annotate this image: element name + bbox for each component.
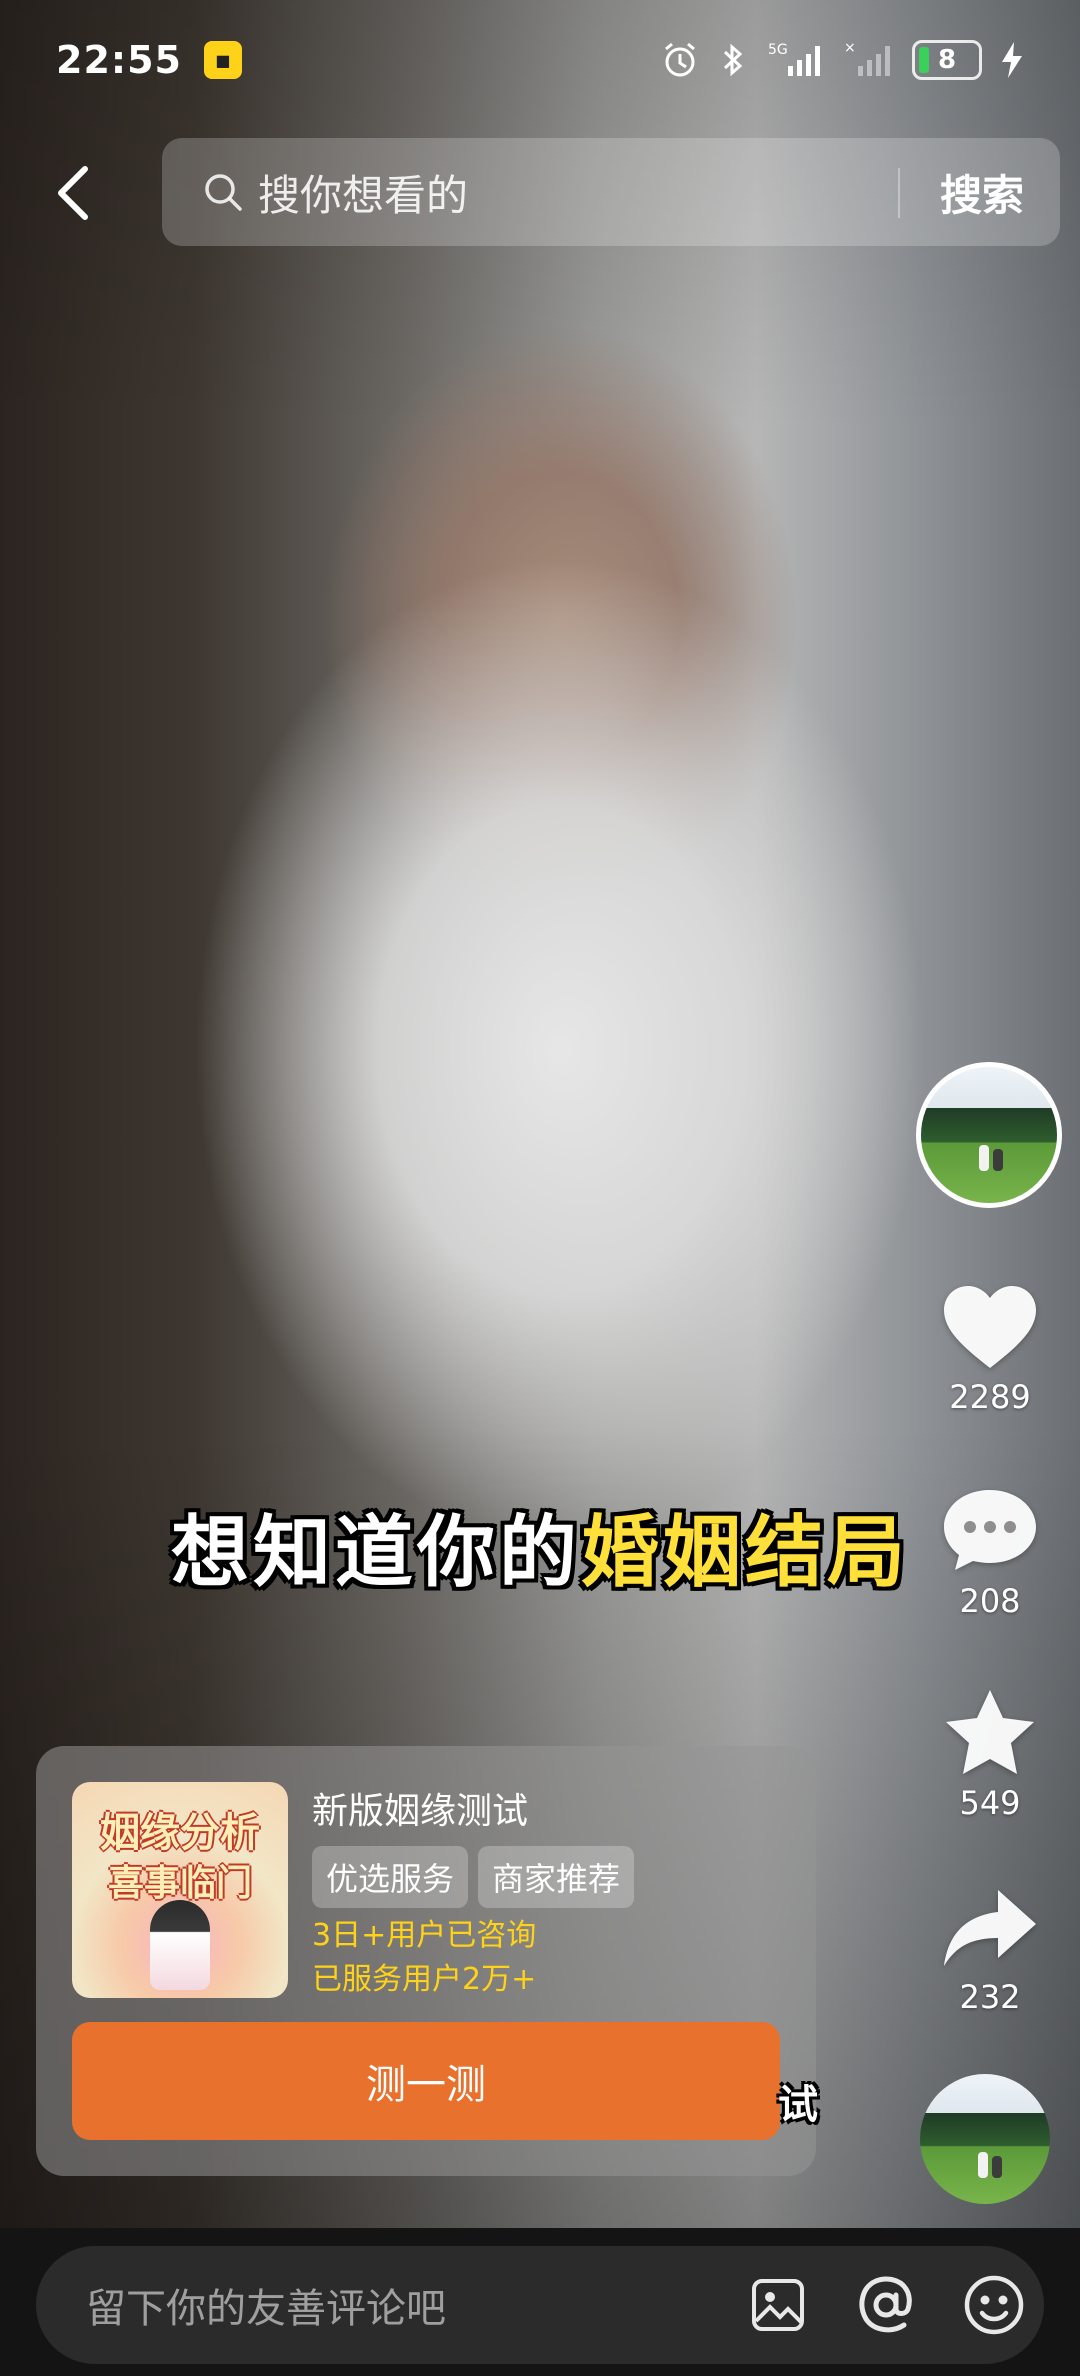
tag-merchant-recommend: 商家推荐	[478, 1846, 635, 1908]
product-card[interactable]: 姻缘分析 喜事临门 新版姻缘测试 优选服务 商家推荐 3日+用户已咨询 已服务用…	[36, 1746, 816, 2176]
image-button[interactable]	[746, 2273, 810, 2337]
battery-icon: 8	[912, 40, 982, 80]
thumbnail-subtitle: 喜事临门	[107, 1863, 252, 1904]
status-icons: 5G × 8	[660, 40, 1024, 80]
search-input[interactable]: 搜你想看的	[258, 162, 468, 223]
search-icon	[205, 174, 242, 211]
heart-icon	[944, 1286, 1036, 1368]
music-disc[interactable]	[920, 2074, 1050, 2204]
stats-line: 已服务用户2万+	[312, 1962, 537, 1997]
back-button[interactable]	[40, 158, 110, 228]
back-arrow-icon	[58, 166, 88, 220]
emoji-button[interactable]	[962, 2273, 1026, 2337]
alarm-icon	[665, 42, 695, 77]
comment-placeholder[interactable]: 留下你的友善评论吧	[86, 2246, 446, 2364]
disc-figure	[978, 2152, 988, 2178]
signal-5g-icon: 5G	[768, 42, 820, 76]
svg-text:×: ×	[844, 40, 856, 56]
video-screen: 22:55 ■ 5G × 8 搜你想看的 搜索 想知道你的婚姻结局 2289 2…	[0, 0, 1080, 2376]
battery-fill	[919, 47, 929, 73]
top-bar: 搜你想看的 搜索	[0, 138, 1080, 248]
search-button[interactable]: 搜索	[940, 138, 1024, 246]
share-action[interactable]: 232	[930, 1884, 1050, 2016]
search-divider	[898, 168, 900, 218]
comment-input[interactable]: 留下你的友善评论吧	[36, 2246, 1044, 2364]
favorite-count: 549	[959, 1784, 1021, 1822]
stats-line: 3日+用户已咨询	[312, 1918, 537, 1953]
battery-level: 8	[937, 45, 957, 75]
signal-empty-icon: ×	[844, 40, 890, 76]
bluetooth-icon	[723, 43, 743, 77]
app-badge-icon: ■	[203, 41, 242, 79]
comment-bubble-icon	[944, 1490, 1036, 1570]
product-thumbnail[interactable]: 姻缘分析 喜事临门	[72, 1782, 288, 1998]
like-action[interactable]: 2289	[930, 1282, 1050, 1416]
favorite-action[interactable]: 549	[930, 1686, 1050, 1822]
caption-prefix: 想知道你的	[170, 1508, 581, 1598]
comment-action[interactable]: 208	[930, 1484, 1050, 1620]
couple-illustration	[150, 1900, 210, 1990]
like-count: 2289	[949, 1378, 1031, 1416]
avatar-figure	[993, 1149, 1003, 1171]
scrolling-stats: 3日+用户已咨询 已服务用户2万+	[312, 1914, 782, 2000]
share-count: 232	[959, 1978, 1021, 2016]
comment-tools	[746, 2246, 1044, 2364]
creator-avatar[interactable]	[916, 1062, 1062, 1208]
share-arrow-icon	[944, 1890, 1036, 1966]
star-icon	[946, 1690, 1034, 1774]
status-bar: 22:55 ■ 5G × 8	[56, 30, 1024, 90]
test-now-button[interactable]: 测一测	[72, 2022, 780, 2140]
tag-preferred-service: 优选服务	[312, 1846, 469, 1908]
product-tags: 优选服务 商家推荐	[312, 1846, 635, 1908]
image-icon	[752, 2279, 804, 2331]
search-box[interactable]: 搜你想看的 搜索	[162, 138, 1060, 246]
video-caption: 想知道你的婚姻结局	[0, 1490, 1080, 1602]
status-time: 22:55	[56, 38, 182, 82]
partial-caption: 试	[778, 2082, 818, 2128]
svg-text:5G: 5G	[768, 42, 788, 58]
disc-figure	[992, 2156, 1002, 2178]
avatar-figure	[979, 1145, 989, 1171]
comment-bar: 留下你的友善评论吧	[0, 2228, 1080, 2376]
at-icon	[859, 2276, 912, 2333]
caption-highlight: 婚姻结局	[581, 1508, 910, 1598]
comment-count: 208	[959, 1582, 1021, 1620]
mention-button[interactable]	[854, 2273, 918, 2337]
charging-icon	[1002, 42, 1022, 78]
thumbnail-title: 姻缘分析	[100, 1810, 260, 1856]
emoji-icon	[964, 2275, 1024, 2335]
product-title: 新版姻缘测试	[312, 1791, 529, 1832]
